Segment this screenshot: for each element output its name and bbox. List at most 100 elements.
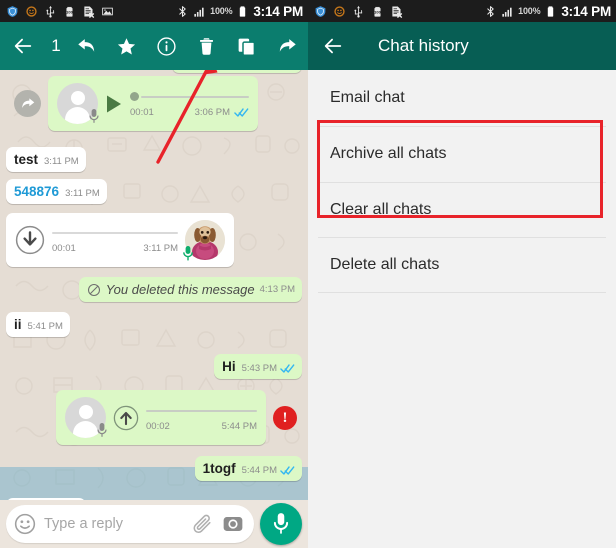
reply-icon	[77, 38, 94, 52]
reply-input[interactable]: Type a reply	[44, 516, 184, 532]
text-message-incoming-link[interactable]: 548876 3:11 PM	[6, 179, 107, 204]
voice-message-outgoing-uploading[interactable]: 00:02 5:44 PM	[56, 390, 266, 445]
battery-percent: 100%	[518, 6, 541, 16]
battery-percent: 100%	[210, 6, 233, 16]
forward-icon	[279, 38, 296, 52]
voice-progress[interactable]: 00:01 3:06 PM	[130, 90, 249, 118]
messages-container: 00:01 3:06 PM test 3:11 PM 548876 3:11 P…	[0, 70, 308, 500]
voice-duration: 00:01	[52, 243, 76, 254]
mic-icon-unplayed	[183, 246, 193, 261]
message-row[interactable]: You deleted this message 4:13 PM	[6, 277, 302, 302]
message-text: test	[14, 152, 39, 167]
menu-item-email-chat[interactable]: Email chat	[308, 70, 616, 126]
info-button[interactable]	[146, 22, 186, 70]
voice-message-incoming[interactable]: 00:01 3:11 PM	[6, 213, 234, 267]
send-error-badge[interactable]: !	[273, 406, 297, 430]
status-bar-right: 100 100% 3:14 PM	[308, 0, 616, 22]
clock: 3:14 PM	[253, 3, 303, 19]
message-row[interactable]: Hi 5:43 PM	[6, 354, 302, 379]
voice-message-outgoing-forwarded[interactable]: 00:01 3:06 PM	[48, 76, 258, 131]
menu-item-archive-all-chats[interactable]: Archive all chats	[308, 126, 616, 182]
message-time: 4:13 PM	[259, 284, 295, 295]
emoji-icon[interactable]	[14, 513, 36, 535]
menu-item-label: Clear all chats	[330, 200, 432, 218]
time-text: 5:44 PM	[241, 465, 277, 476]
svg-text:100: 100	[66, 9, 73, 14]
camera-icon[interactable]	[222, 513, 244, 535]
smiley-icon	[334, 5, 345, 17]
signal-icon	[194, 7, 204, 17]
copy-button[interactable]	[226, 22, 266, 70]
avatar	[57, 83, 99, 124]
menu-item-label: Delete all chats	[330, 255, 440, 273]
menu-item-divider-bottom	[308, 292, 616, 302]
clipped-bubble	[172, 70, 302, 73]
message-row[interactable]: test 3:11 PM	[6, 147, 302, 172]
voice-duration: 00:02	[146, 420, 170, 432]
deleted-message[interactable]: You deleted this message 4:13 PM	[78, 277, 302, 302]
chat-message-list[interactable]: 00:01 3:06 PM test 3:11 PM 548876 3:11 P…	[0, 70, 308, 500]
chat-history-toolbar: Chat history	[308, 22, 616, 70]
usb-icon	[354, 5, 363, 18]
bluetooth-icon	[179, 5, 186, 17]
paperclip-icon[interactable]	[192, 513, 214, 535]
text-message-incoming[interactable]: ii 5:41 PM	[6, 312, 70, 337]
mic-icon	[97, 423, 107, 437]
message-row[interactable]: 548876 3:11 PM	[6, 179, 302, 204]
message-row[interactable]: 00:01 3:06 PM	[6, 76, 302, 131]
file-x-icon	[392, 6, 403, 18]
voice-record-button[interactable]	[260, 503, 302, 545]
selected-count: 1	[51, 36, 61, 55]
text-message-outgoing[interactable]: Hi 5:43 PM	[214, 354, 302, 379]
reply-input-container[interactable]: Type a reply	[6, 505, 254, 543]
menu-item-delete-all-chats[interactable]: Delete all chats	[308, 237, 616, 292]
star-button[interactable]	[106, 22, 146, 70]
mic-icon	[89, 109, 99, 123]
file-x-icon	[84, 6, 95, 18]
message-row[interactable]: ii 5:41 PM	[6, 312, 302, 337]
forward-button[interactable]	[266, 22, 308, 70]
screen: 100 100% 3:14 PM 1 00:01 3:06 PM test 3:…	[0, 0, 616, 548]
smiley-icon	[26, 5, 37, 17]
menu-item-clear-all-chats[interactable]: Clear all chats	[308, 182, 616, 237]
battery-icon	[548, 5, 554, 17]
battery-saver-icon: 100	[66, 6, 74, 17]
message-time: 3:11 PM	[143, 243, 178, 254]
message-row[interactable]: 00:01 3:11 PM	[6, 213, 302, 267]
time-text: 5:43 PM	[241, 363, 277, 374]
message-row[interactable]: 1togf 5:44 PM	[6, 456, 302, 481]
left-pane-chat: 100 100% 3:14 PM 1 00:01 3:06 PM test 3:…	[0, 0, 308, 548]
upload-icon[interactable]	[113, 405, 139, 431]
download-icon[interactable]	[15, 225, 45, 255]
voice-progress[interactable]: 00:01 3:11 PM	[52, 226, 178, 254]
selection-toolbar: 1	[0, 22, 308, 70]
message-time: 5:43 PM	[242, 363, 295, 374]
text-message-incoming[interactable]: test 3:11 PM	[6, 147, 86, 172]
text-message-outgoing[interactable]: 1togf 5:44 PM	[194, 456, 302, 481]
message-time: 5:41 PM	[27, 321, 63, 332]
play-icon[interactable]	[105, 94, 123, 114]
back-button[interactable]	[0, 22, 46, 70]
message-text[interactable]: 548876	[14, 184, 59, 199]
page-title: Chat history	[378, 36, 469, 55]
usb-icon	[46, 5, 55, 18]
chat-history-menu: Email chat Archive all chats Clear all c…	[308, 70, 616, 548]
message-input-bar: Type a reply	[0, 500, 308, 548]
voice-progress[interactable]: 00:02 5:44 PM	[146, 404, 257, 432]
trash-icon	[199, 37, 213, 55]
delete-button[interactable]	[186, 22, 226, 70]
star-icon	[117, 37, 135, 54]
mic-icon	[273, 513, 289, 534]
avatar-dog	[183, 220, 225, 261]
message-row-clipped-top[interactable]	[6, 70, 302, 73]
bluetooth-icon	[487, 5, 494, 17]
back-arrow-icon	[14, 38, 32, 54]
status-icons-left: 100	[6, 5, 114, 18]
info-icon	[156, 36, 176, 56]
status-icons-right: 100% 3:14 PM	[484, 4, 611, 19]
message-row[interactable]: 00:02 5:44 PM !	[6, 390, 302, 445]
reply-button[interactable]	[66, 22, 106, 70]
back-button[interactable]	[308, 22, 358, 70]
status-icons-left: 100	[314, 5, 403, 18]
read-ticks-icon	[234, 107, 249, 117]
